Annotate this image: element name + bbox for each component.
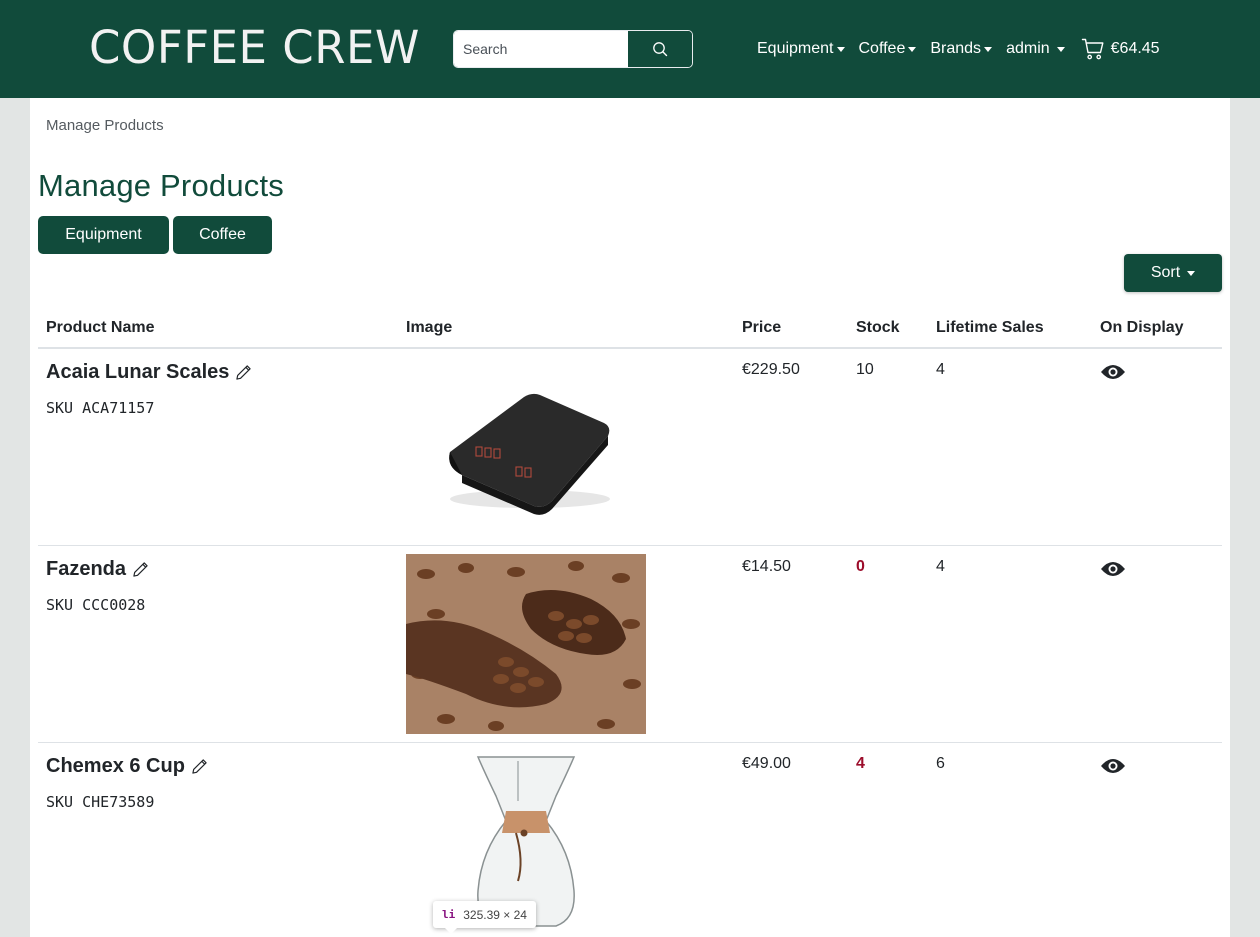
product-sku: SKU CHE73589 (46, 793, 155, 811)
eye-icon[interactable] (1100, 363, 1126, 386)
products-table: Product Name Image Price Stock Lifetime … (38, 310, 1222, 937)
column-header: Image (406, 319, 453, 336)
column-header: Stock (856, 319, 900, 336)
search-icon (653, 42, 668, 57)
product-image-scales (406, 357, 646, 537)
sort-label: Sort (1150, 264, 1181, 281)
nav-coffee-label: Coffee (858, 40, 906, 57)
product-sku: SKU ACA71157 (46, 399, 155, 417)
filter-coffee-button[interactable]: Coffee (173, 216, 272, 254)
cart-total: €64.45 (1110, 40, 1160, 57)
product-price: €14.50 (742, 558, 791, 575)
product-name: Chemex 6 Cup (46, 755, 208, 778)
table-row: Fazenda SKU CCC0028 €14.50 0 4 (38, 546, 1222, 743)
product-lifetime-sales: 4 (936, 361, 945, 378)
column-header: On Display (1100, 319, 1184, 336)
tooltip-arrow (445, 928, 457, 934)
product-price: €49.00 (742, 755, 791, 772)
column-header: Price (742, 319, 782, 336)
nav-brands-label: Brands (930, 40, 982, 57)
main-container: Manage Products Manage Products Equipmen… (30, 98, 1230, 937)
product-lifetime-sales: 6 (936, 755, 945, 772)
product-image-coffee-beans (406, 554, 646, 734)
search-input[interactable] (454, 31, 628, 67)
tooltip-tag: li (442, 908, 456, 921)
table-row: Chemex 6 Cup SKU CHE73589 €49.00 4 6 (38, 743, 1222, 937)
chevron-down-icon (984, 46, 993, 52)
edit-pencil-icon[interactable] (235, 364, 252, 381)
product-stock-low: 0 (856, 558, 865, 575)
product-lifetime-sales: 4 (936, 558, 945, 575)
nav-account-label: admin (1006, 40, 1050, 57)
nav-coffee-dropdown[interactable]: Coffee (859, 40, 917, 58)
nav-account-dropdown[interactable]: admin (1006, 40, 1065, 58)
eye-icon[interactable] (1100, 560, 1126, 583)
nav-brands-dropdown[interactable]: Brands (930, 40, 993, 58)
shopping-cart-icon (1081, 38, 1104, 60)
product-name-text: Chemex 6 Cup (46, 755, 185, 777)
brand-logo[interactable]: COFFEE CREW (89, 22, 420, 74)
filter-equipment-button[interactable]: Equipment (38, 216, 169, 254)
page-title: Manage Products (38, 168, 284, 203)
tooltip-size: 325.39 × 24 (463, 907, 527, 922)
product-name-text: Fazenda (46, 558, 127, 580)
table-row: Acaia Lunar Scales SKU ACA71157 €229.50 … (38, 349, 1222, 546)
chevron-down-icon (908, 46, 917, 52)
breadcrumb[interactable]: Manage Products (46, 117, 164, 134)
product-name: Acaia Lunar Scales (46, 361, 252, 384)
chevron-down-icon (1056, 46, 1065, 52)
nav-equipment-label: Equipment (757, 40, 834, 57)
search-group (453, 30, 693, 68)
eye-icon[interactable] (1100, 757, 1126, 780)
column-header: Lifetime Sales (936, 319, 1044, 336)
product-stock-low: 4 (856, 755, 865, 772)
search-button[interactable] (628, 31, 692, 67)
nav-menu: Equipment Coffee Brands admin €64.45 (757, 38, 1160, 60)
top-navbar: COFFEE CREW Equipment Coffee Brands admi… (0, 0, 1260, 98)
chevron-down-icon (1187, 270, 1196, 276)
edit-pencil-icon[interactable] (191, 758, 208, 775)
column-header: Product Name (46, 319, 155, 336)
sort-dropdown-button[interactable]: Sort (1124, 254, 1222, 292)
product-sku: SKU CCC0028 (46, 596, 146, 614)
cart-link[interactable]: €64.45 (1081, 37, 1160, 61)
product-name: Fazenda (46, 558, 149, 581)
edit-pencil-icon[interactable] (132, 561, 149, 578)
table-header: Product Name Image Price Stock Lifetime … (38, 310, 1222, 349)
product-name-text: Acaia Lunar Scales (46, 361, 230, 383)
product-price: €229.50 (742, 361, 800, 378)
chevron-down-icon (836, 46, 845, 52)
inspector-tooltip: li 325.39 × 24 (433, 901, 536, 934)
nav-equipment-dropdown[interactable]: Equipment (757, 40, 845, 58)
product-stock: 10 (856, 361, 874, 378)
